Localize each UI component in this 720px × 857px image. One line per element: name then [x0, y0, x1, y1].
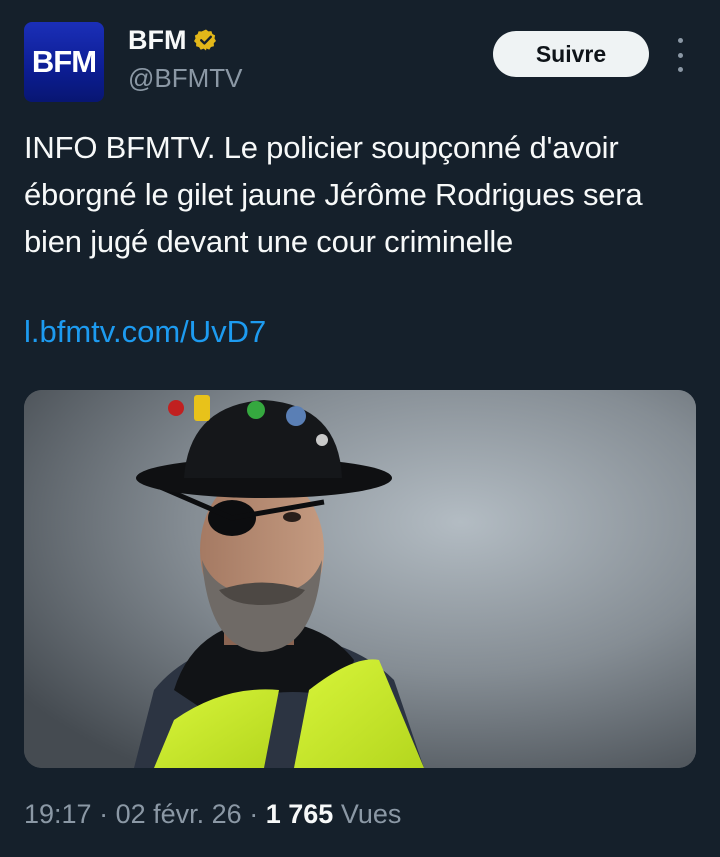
more-dot — [677, 67, 683, 72]
account-handle[interactable]: @BFMTV — [128, 62, 243, 94]
tweet-meta: 19:17 · 02 févr. 26 · 1 765 Vues — [24, 795, 401, 833]
avatar[interactable]: BFM — [24, 22, 104, 102]
tweet-media-photo[interactable] — [24, 390, 696, 768]
meta-separator: · — [99, 799, 109, 829]
more-dot — [677, 52, 683, 58]
name-row: BFM — [128, 24, 218, 56]
views-label: Vues — [340, 799, 402, 829]
tweet-link[interactable]: l.bfmtv.com/UvD7 — [24, 308, 266, 355]
avatar-logo-text: BFM — [31, 44, 97, 79]
more-options-icon[interactable] — [668, 38, 692, 72]
tweet-header: BFM BFM @BFMTV Suivre — [0, 0, 720, 110]
verified-badge-icon — [194, 29, 217, 51]
tweet-date[interactable]: 02 févr. 26 — [116, 799, 242, 829]
display-name[interactable]: BFM — [128, 24, 186, 56]
follow-button[interactable]: Suivre — [493, 31, 649, 77]
more-dot — [677, 38, 683, 43]
portrait-illustration — [24, 390, 696, 768]
views-count: 1 765 — [265, 799, 334, 829]
meta-separator: · — [249, 799, 259, 829]
tweet-text: INFO BFMTV. Le policier soupçonné d'avoi… — [24, 130, 643, 259]
tweet-time[interactable]: 19:17 — [24, 799, 92, 829]
